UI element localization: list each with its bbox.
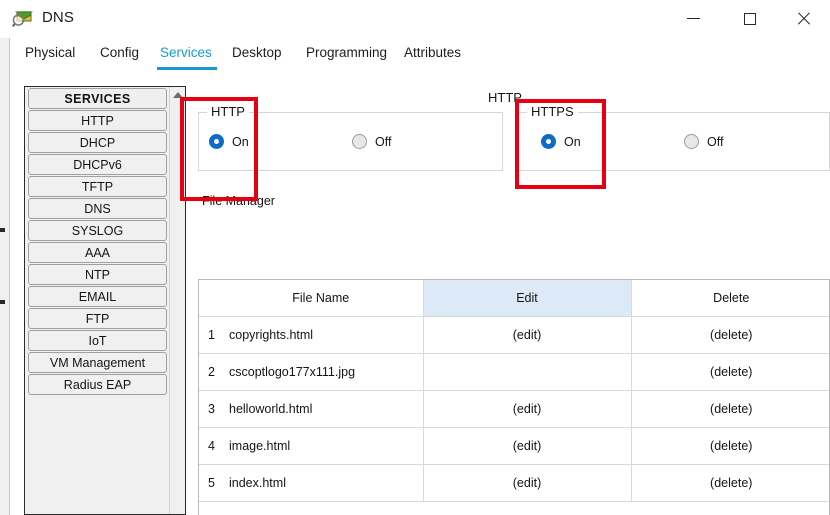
table-row: 2 cscoptlogo177x111.jpg (delete)	[199, 353, 829, 391]
row-delete-link[interactable]: (delete)	[631, 427, 829, 465]
sidebar-item-dns[interactable]: DNS	[28, 198, 167, 219]
sidebar-item-radius-eap[interactable]: Radius EAP	[28, 374, 167, 395]
column-header-filename: File Name	[219, 280, 424, 317]
tab-desktop[interactable]: Desktop	[232, 45, 282, 60]
http-on-label: On	[232, 134, 249, 149]
row-filename: helloworld.html	[219, 390, 424, 428]
column-header-delete: Delete	[631, 280, 829, 317]
table-row: 1 copyrights.html (edit) (delete)	[199, 316, 829, 354]
scroll-up-arrow-icon[interactable]	[173, 92, 183, 98]
sidebar-item-aaa[interactable]: AAA	[28, 242, 167, 263]
table-header-row: File Name Edit Delete	[199, 280, 829, 317]
sidebar-item-vm-management[interactable]: VM Management	[28, 352, 167, 373]
border-mark-lower	[0, 300, 5, 304]
row-index: 1	[199, 316, 219, 354]
http-off-label: Off	[375, 134, 392, 149]
maximize-button[interactable]	[727, 0, 773, 37]
row-filename: cscoptlogo177x111.jpg	[219, 353, 424, 391]
close-button[interactable]	[780, 0, 826, 37]
services-content-area: SERVICES HTTP DHCP DHCPv6 TFTP DNS SYSLO…	[10, 72, 830, 515]
tab-physical[interactable]: Physical	[25, 45, 75, 60]
sidebar-header-services: SERVICES	[28, 88, 167, 109]
https-off-label: Off	[707, 134, 724, 149]
close-icon	[796, 11, 811, 26]
row-index: 5	[199, 464, 219, 502]
tab-attributes[interactable]: Attributes	[404, 45, 461, 60]
row-filename: image.html	[219, 427, 424, 465]
border-mark-upper	[0, 228, 5, 232]
row-delete-link[interactable]: (delete)	[631, 464, 829, 502]
table-empty-area	[199, 502, 829, 515]
sidebar-item-email[interactable]: EMAIL	[28, 286, 167, 307]
http-group-legend: HTTP	[207, 104, 249, 119]
minimize-icon	[686, 18, 700, 19]
row-delete-link[interactable]: (delete)	[631, 316, 829, 354]
https-off-radio[interactable]: Off	[684, 134, 723, 149]
table-row: 3 helloworld.html (edit) (delete)	[199, 390, 829, 428]
row-delete-link[interactable]: (delete)	[631, 353, 829, 391]
http-section-caption: HTTP	[488, 90, 522, 105]
sidebar-item-dhcpv6[interactable]: DHCPv6	[28, 154, 167, 175]
file-manager-legend: File Manager	[200, 194, 277, 208]
tab-config[interactable]: Config	[100, 45, 139, 60]
window-left-border	[0, 38, 10, 515]
sidebar-scrollbar[interactable]	[169, 87, 185, 514]
window-title: DNS	[42, 9, 74, 26]
tab-programming[interactable]: Programming	[306, 45, 387, 60]
sidebar-item-dhcp[interactable]: DHCP	[28, 132, 167, 153]
dns-device-icon	[12, 8, 34, 30]
dns-services-window: DNS Physical Config Services Desktop Pro…	[0, 0, 830, 515]
minimize-button[interactable]	[670, 0, 716, 37]
sidebar-item-tftp[interactable]: TFTP	[28, 176, 167, 197]
http-groupbox: HTTP On Off	[198, 104, 503, 171]
http-off-radio[interactable]: Off	[352, 134, 391, 149]
file-manager-table: File Name Edit Delete 1 copyrights.html …	[199, 280, 829, 515]
http-on-radio[interactable]: On	[209, 134, 249, 149]
services-list: SERVICES HTTP DHCP DHCPv6 TFTP DNS SYSLO…	[25, 87, 169, 396]
row-edit-link[interactable]: (edit)	[423, 316, 632, 354]
https-group-legend: HTTPS	[527, 104, 578, 119]
services-sidebar: SERVICES HTTP DHCP DHCPv6 TFTP DNS SYSLO…	[24, 86, 186, 515]
sidebar-item-http[interactable]: HTTP	[28, 110, 167, 131]
file-manager-table-container: File Name Edit Delete 1 copyrights.html …	[198, 279, 830, 515]
tab-bar: Physical Config Services Desktop Program…	[10, 38, 830, 72]
column-header-edit: Edit	[423, 280, 632, 317]
row-filename: copyrights.html	[219, 316, 424, 354]
tab-services[interactable]: Services	[160, 45, 212, 60]
title-bar: DNS	[0, 0, 830, 39]
row-edit-link[interactable]: (edit)	[423, 464, 632, 502]
maximize-icon	[744, 12, 756, 25]
active-tab-indicator	[157, 67, 217, 70]
row-edit-link	[423, 353, 632, 391]
sidebar-item-iot[interactable]: IoT	[28, 330, 167, 351]
sidebar-item-ftp[interactable]: FTP	[28, 308, 167, 329]
https-on-label: On	[564, 134, 581, 149]
row-index: 4	[199, 427, 219, 465]
row-edit-link[interactable]: (edit)	[423, 390, 632, 428]
column-header-index	[199, 280, 219, 317]
sidebar-item-syslog[interactable]: SYSLOG	[28, 220, 167, 241]
https-groupbox: HTTPS On Off	[518, 104, 830, 171]
row-edit-link[interactable]: (edit)	[423, 427, 632, 465]
row-index: 2	[199, 353, 219, 391]
https-on-radio-icon[interactable]	[541, 134, 556, 149]
row-index: 3	[199, 390, 219, 428]
https-on-radio[interactable]: On	[541, 134, 581, 149]
row-delete-link[interactable]: (delete)	[631, 390, 829, 428]
https-off-radio-icon[interactable]	[684, 134, 699, 149]
http-off-radio-icon[interactable]	[352, 134, 367, 149]
sidebar-item-ntp[interactable]: NTP	[28, 264, 167, 285]
table-row: 5 index.html (edit) (delete)	[199, 464, 829, 502]
http-on-radio-icon[interactable]	[209, 134, 224, 149]
row-filename: index.html	[219, 464, 424, 502]
table-row: 4 image.html (edit) (delete)	[199, 427, 829, 465]
